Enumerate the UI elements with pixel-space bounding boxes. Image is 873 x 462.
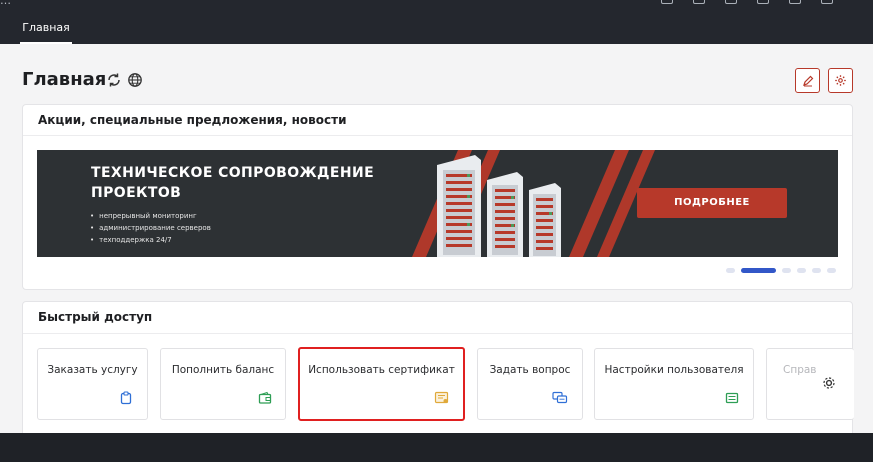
clipboard-icon <box>120 391 132 405</box>
tile-label: Задать вопрос <box>489 364 571 376</box>
tile-order-service[interactable]: Заказать услугу <box>37 348 148 420</box>
banner-headline: ТЕХНИЧЕСКОЕ СОПРОВОЖДЕНИЕ ПРОЕКТОВ <box>91 165 375 201</box>
topbar-icon[interactable] <box>821 0 833 4</box>
divider <box>23 135 852 136</box>
tile-label: Настройки пользователя <box>604 364 744 376</box>
pencil-icon <box>802 75 813 86</box>
tile-top-up-balance[interactable]: Пополнить баланс <box>160 348 286 420</box>
banner-more-button[interactable]: ПОДРОБНЕЕ <box>637 188 787 218</box>
top-navbar: … Главная <box>0 0 873 44</box>
banner-bullet: администрирование серверов <box>90 222 211 234</box>
page-title: Главная <box>22 69 107 90</box>
refresh-icon[interactable] <box>106 72 122 88</box>
tile-use-certificate[interactable]: Использовать сертификат <box>298 347 465 421</box>
carousel-dot[interactable] <box>726 268 735 273</box>
topbar-icon[interactable] <box>757 0 769 4</box>
carousel-dot-active[interactable] <box>741 268 776 273</box>
user-settings-icon <box>725 392 739 404</box>
carousel-indicators <box>726 268 836 273</box>
tile-label: Справ <box>783 364 817 376</box>
edit-button[interactable] <box>795 68 820 93</box>
carousel-dot[interactable] <box>812 268 821 273</box>
carousel-dot[interactable] <box>797 268 806 273</box>
tile-help[interactable]: Справ <box>766 348 854 420</box>
topbar-icon[interactable] <box>789 0 801 4</box>
divider <box>23 333 852 334</box>
carousel-dot[interactable] <box>782 268 791 273</box>
tile-label: Использовать сертификат <box>308 364 455 376</box>
tile-user-settings[interactable]: Настройки пользователя <box>594 348 754 420</box>
gear-icon <box>835 75 846 86</box>
section-title: Акции, специальные предложения, новости <box>38 113 347 127</box>
tab-home[interactable]: Главная <box>20 14 72 44</box>
banner-bullet: техподдержка 24/7 <box>90 234 211 246</box>
banner-bullet: непрерывный мониторинг <box>90 210 211 222</box>
topbar-icon[interactable] <box>693 0 705 4</box>
gear-icon[interactable] <box>821 375 837 391</box>
tile-ask-question[interactable]: Задать вопрос <box>477 348 583 420</box>
banner-bullets: непрерывный мониторинг администрирование… <box>90 210 211 246</box>
topbar-icon[interactable] <box>725 0 737 4</box>
promo-banner[interactable]: ТЕХНИЧЕСКОЕ СОПРОВОЖДЕНИЕ ПРОЕКТОВ непре… <box>37 150 838 257</box>
page-settings-button[interactable] <box>828 68 853 93</box>
wallet-icon <box>258 391 272 404</box>
bottom-bar <box>0 433 873 462</box>
topbar-icons <box>661 0 833 4</box>
chat-icon <box>552 391 568 404</box>
tile-label: Пополнить баланс <box>171 364 275 376</box>
globe-icon[interactable] <box>127 72 143 88</box>
server-racks-illustration <box>437 155 561 257</box>
section-title: Быстрый доступ <box>38 310 153 324</box>
certificate-icon <box>434 391 449 404</box>
tile-label: Заказать услугу <box>47 364 138 376</box>
topbar-overflow-text: … <box>0 0 11 7</box>
topbar-icon[interactable] <box>661 0 673 4</box>
carousel-dot[interactable] <box>827 268 836 273</box>
